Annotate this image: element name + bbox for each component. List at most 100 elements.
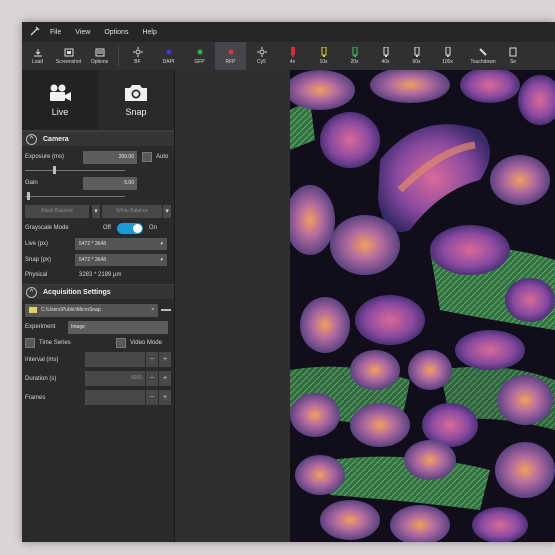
objective-20x-button[interactable]: 20x [339, 42, 370, 70]
menu-bar: File View Options Help [22, 22, 555, 42]
video-camera-icon [50, 84, 71, 101]
save-path-row: C:\Users\Public\MicroSnap × [22, 301, 174, 319]
frames-decrement[interactable]: − [146, 390, 158, 405]
objective-100x-button[interactable]: 100x [432, 42, 463, 70]
duration-label: Duration (s) [25, 375, 57, 382]
touchdown-icon [477, 47, 489, 57]
exposure-label: Exposure (ms) [25, 154, 65, 160]
camera-section-header[interactable]: ^ Camera [22, 131, 174, 146]
experiment-label: Experiment [25, 324, 56, 330]
exposure-row: Exposure (ms) 200.00 Auto [22, 148, 174, 166]
microscope-image-view[interactable] [290, 70, 555, 542]
live-button[interactable]: Live [22, 70, 98, 130]
objective-10x-button[interactable]: 10x [308, 42, 339, 70]
touchdown-button[interactable]: Touchdown [463, 42, 503, 70]
gain-slider-thumb[interactable] [27, 192, 30, 200]
black-balance-button[interactable]: Black Balance [25, 204, 90, 218]
snap-px-label: Snap (px) [25, 257, 52, 263]
video-mode-checkbox[interactable] [116, 337, 126, 348]
duration-field[interactable]: 5000 [85, 371, 145, 386]
live-resolution-row: Live (px) 5472 * 3648 ▾ [22, 236, 174, 252]
grayscale-label: Grayscale Mode [25, 225, 69, 231]
experiment-field[interactable]: Image [68, 320, 168, 334]
objective-60x-label: 60x [412, 59, 421, 65]
cy5-label: Cy5 [257, 59, 266, 65]
options-button[interactable]: Options [84, 42, 115, 70]
load-button[interactable]: Load [22, 42, 53, 70]
objective-40x-icon [380, 47, 392, 57]
screenshot-button[interactable]: Screenshot [53, 42, 84, 70]
gain-field[interactable]: 5.00 [83, 176, 137, 190]
menu-help[interactable]: Help [142, 29, 156, 36]
menu-view[interactable]: View [75, 29, 90, 36]
toolbar: Load Screenshot Options BF DAPI GFP RFP [22, 42, 555, 71]
toggle-knob [132, 223, 142, 233]
live-px-value: 5472 * 3648 [79, 241, 106, 247]
objective-4x-button[interactable]: 4x [277, 42, 308, 70]
rfp-label: RFP [225, 59, 236, 65]
interval-field[interactable] [85, 352, 145, 367]
auto-exposure-checkbox[interactable] [142, 152, 152, 162]
duration-increment[interactable]: + [159, 371, 171, 386]
mode-checkbox-row: Time Series Video Mode [22, 335, 174, 350]
menu-icon[interactable] [161, 309, 171, 311]
white-balance-dropdown[interactable]: ▾ [163, 204, 171, 218]
load-icon [32, 47, 44, 57]
live-label: Live [51, 107, 69, 117]
menu-options[interactable]: Options [104, 29, 128, 36]
fluorescence-image [290, 70, 555, 542]
settings-button[interactable]: Se [503, 42, 523, 70]
bf-button[interactable]: BF [122, 42, 153, 70]
frames-increment[interactable]: + [159, 390, 171, 405]
grayscale-off-label: Off [103, 225, 111, 231]
cy5-button[interactable]: Cy5 [246, 42, 277, 70]
options-label: Options [90, 59, 109, 65]
clear-path-icon[interactable]: × [151, 307, 154, 313]
snap-button[interactable]: Snap [98, 70, 174, 130]
acquisition-section-header[interactable]: ^ Acquisition Settings [22, 284, 174, 299]
time-series-checkbox[interactable] [25, 337, 35, 348]
time-series-label: Time Series [39, 339, 71, 346]
grayscale-toggle[interactable] [116, 222, 143, 234]
screenshot-label: Screenshot [55, 59, 82, 65]
objective-40x-button[interactable]: 40x [370, 42, 401, 70]
capture-mode-row: Live Snap [22, 70, 174, 131]
app-window: File View Options Help Load Screenshot O… [22, 22, 555, 542]
experiment-row: Experiment Image [22, 319, 174, 335]
grayscale-row: Grayscale Mode Off On [22, 220, 174, 236]
dapi-button[interactable]: DAPI [153, 42, 184, 70]
objective-100x-icon [442, 47, 454, 57]
gfp-button[interactable]: GFP [184, 42, 215, 70]
exposure-field[interactable]: 200.00 [83, 150, 137, 164]
white-balance-button[interactable]: White Balance [101, 204, 163, 218]
save-path-field[interactable]: C:\Users\Public\MicroSnap × [25, 303, 159, 317]
objective-20x-icon [349, 47, 361, 57]
interval-increment[interactable]: + [159, 352, 171, 367]
gain-slider[interactable] [25, 192, 171, 200]
frames-field[interactable] [85, 390, 145, 405]
exposure-slider-thumb[interactable] [53, 166, 56, 174]
rfp-button[interactable]: RFP [215, 42, 246, 70]
exposure-slider[interactable] [25, 166, 171, 174]
exposure-slider-track [25, 170, 125, 171]
menu-file[interactable]: File [50, 29, 61, 36]
chevron-up-icon: ^ [26, 286, 37, 298]
objective-4x-icon [287, 47, 299, 57]
gain-slider-track [25, 196, 125, 197]
camera-icon [125, 85, 147, 101]
touchdown-label: Touchdown [470, 59, 496, 65]
live-resolution-select[interactable]: 5472 * 3648 ▾ [75, 238, 167, 250]
acquisition-section-title: Acquisition Settings [43, 288, 111, 296]
objective-60x-button[interactable]: 60x [401, 42, 432, 70]
gain-label: Gain [25, 180, 38, 186]
duration-decrement[interactable]: − [146, 371, 158, 386]
folder-icon [29, 307, 37, 313]
dapi-icon [163, 47, 175, 57]
snap-resolution-select[interactable]: 5472 * 3648 ▾ [75, 254, 167, 266]
chevron-down-icon: ▾ [160, 257, 163, 263]
black-balance-dropdown[interactable]: ▾ [92, 204, 100, 218]
interval-row: Interval (ms) − + [22, 350, 174, 369]
interval-decrement[interactable]: − [146, 352, 158, 367]
load-label: Load [31, 59, 44, 65]
video-mode-label: Video Mode [130, 339, 162, 346]
